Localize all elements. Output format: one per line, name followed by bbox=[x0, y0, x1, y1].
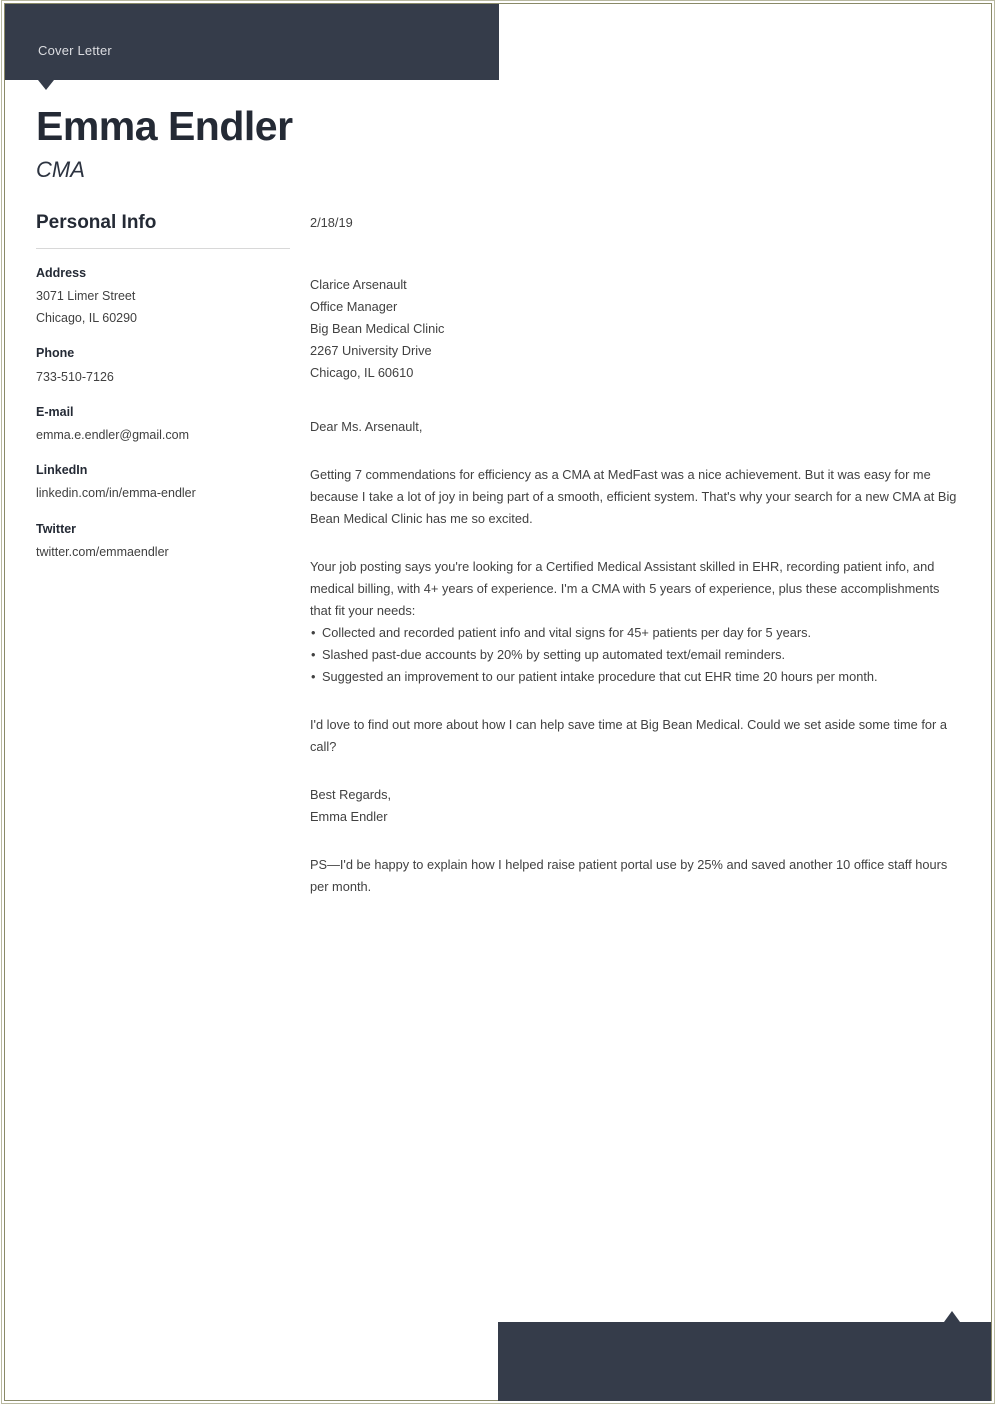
document-type-label: Cover Letter bbox=[38, 43, 112, 58]
info-group-email: E-mail emma.e.endler@gmail.com bbox=[36, 403, 290, 446]
info-label: Address bbox=[36, 265, 87, 280]
closing-line: Best Regards, bbox=[310, 787, 392, 802]
body-paragraph-1: Getting 7 commendations for efficiency a… bbox=[310, 467, 957, 526]
info-group-linkedin: LinkedIn linkedin.com/in/emma-endler bbox=[36, 461, 290, 504]
list-item-text: Collected and recorded patient info and … bbox=[322, 625, 812, 640]
body-paragraph-3: I'd love to find out more about how I ca… bbox=[310, 717, 947, 754]
list-item: • Slashed past-due accounts by 20% by se… bbox=[310, 644, 960, 666]
list-item: • Suggested an improvement to our patien… bbox=[310, 666, 960, 688]
recipient-line: Chicago, IL 60610 bbox=[310, 365, 414, 380]
candidate-name: Emma Endler bbox=[36, 103, 293, 149]
sidebar-heading: Personal Info bbox=[36, 212, 290, 249]
info-value-email[interactable]: emma.e.endler@gmail.com bbox=[36, 424, 290, 446]
info-value: Chicago, IL 60290 bbox=[36, 311, 138, 326]
body-paragraph-2: Your job posting says you're looking for… bbox=[310, 559, 940, 618]
personal-info-sidebar: Personal Info Address 3071 Limer Street … bbox=[36, 212, 290, 563]
candidate-job-title: CMA bbox=[36, 156, 85, 182]
bullet-icon: • bbox=[311, 625, 316, 640]
recipient-line: Big Bean Medical Clinic bbox=[310, 321, 445, 336]
info-group-phone: Phone 733-510-7126 bbox=[36, 344, 290, 387]
header-notch-triangle-icon bbox=[38, 80, 54, 90]
cover-letter-page: Cover Letter Emma Endler CMA Personal In… bbox=[0, 0, 996, 1406]
postscript: PS—I'd be happy to explain how I helped … bbox=[310, 857, 948, 894]
letter-date: 2/18/19 bbox=[310, 215, 353, 230]
info-group-address: Address 3071 Limer Street Chicago, IL 60… bbox=[36, 264, 290, 330]
info-group-twitter: Twitter twitter.com/emmaendler bbox=[36, 520, 290, 563]
info-value: 3071 Limer Street bbox=[36, 288, 136, 303]
bullet-icon: • bbox=[311, 647, 316, 662]
info-label: LinkedIn bbox=[36, 463, 88, 478]
list-item-text: Suggested an improvement to our patient … bbox=[322, 669, 878, 684]
recipient-address-block: Clarice Arsenault Office Manager Big Bea… bbox=[310, 274, 960, 384]
list-item-text: Slashed past-due accounts by 20% by sett… bbox=[322, 647, 786, 662]
recipient-line: Clarice Arsenault bbox=[310, 277, 407, 292]
signature-name: Emma Endler bbox=[310, 809, 388, 824]
info-value-twitter[interactable]: twitter.com/emmaendler bbox=[36, 541, 290, 563]
info-label: Twitter bbox=[36, 521, 77, 536]
footer-notch-triangle-icon bbox=[944, 1311, 960, 1322]
letter-body: 2/18/19 Clarice Arsenault Office Manager… bbox=[310, 212, 960, 898]
sign-off-block: Best Regards, Emma Endler bbox=[310, 784, 960, 828]
recipient-line: 2267 University Drive bbox=[310, 343, 432, 358]
info-value: 733-510-7126 bbox=[36, 369, 114, 384]
info-value-linkedin[interactable]: linkedin.com/in/emma-endler bbox=[36, 482, 290, 504]
footer-bar bbox=[498, 1322, 991, 1401]
accomplishments-list: • Collected and recorded patient info an… bbox=[310, 622, 960, 688]
header-bar: Cover Letter bbox=[5, 4, 499, 80]
salutation: Dear Ms. Arsenault, bbox=[310, 419, 423, 434]
name-block: Emma Endler CMA bbox=[36, 103, 496, 183]
list-item: • Collected and recorded patient info an… bbox=[310, 622, 960, 644]
recipient-line: Office Manager bbox=[310, 299, 398, 314]
info-label: E-mail bbox=[36, 404, 74, 419]
bullet-icon: • bbox=[311, 669, 316, 684]
info-label: Phone bbox=[36, 346, 75, 361]
